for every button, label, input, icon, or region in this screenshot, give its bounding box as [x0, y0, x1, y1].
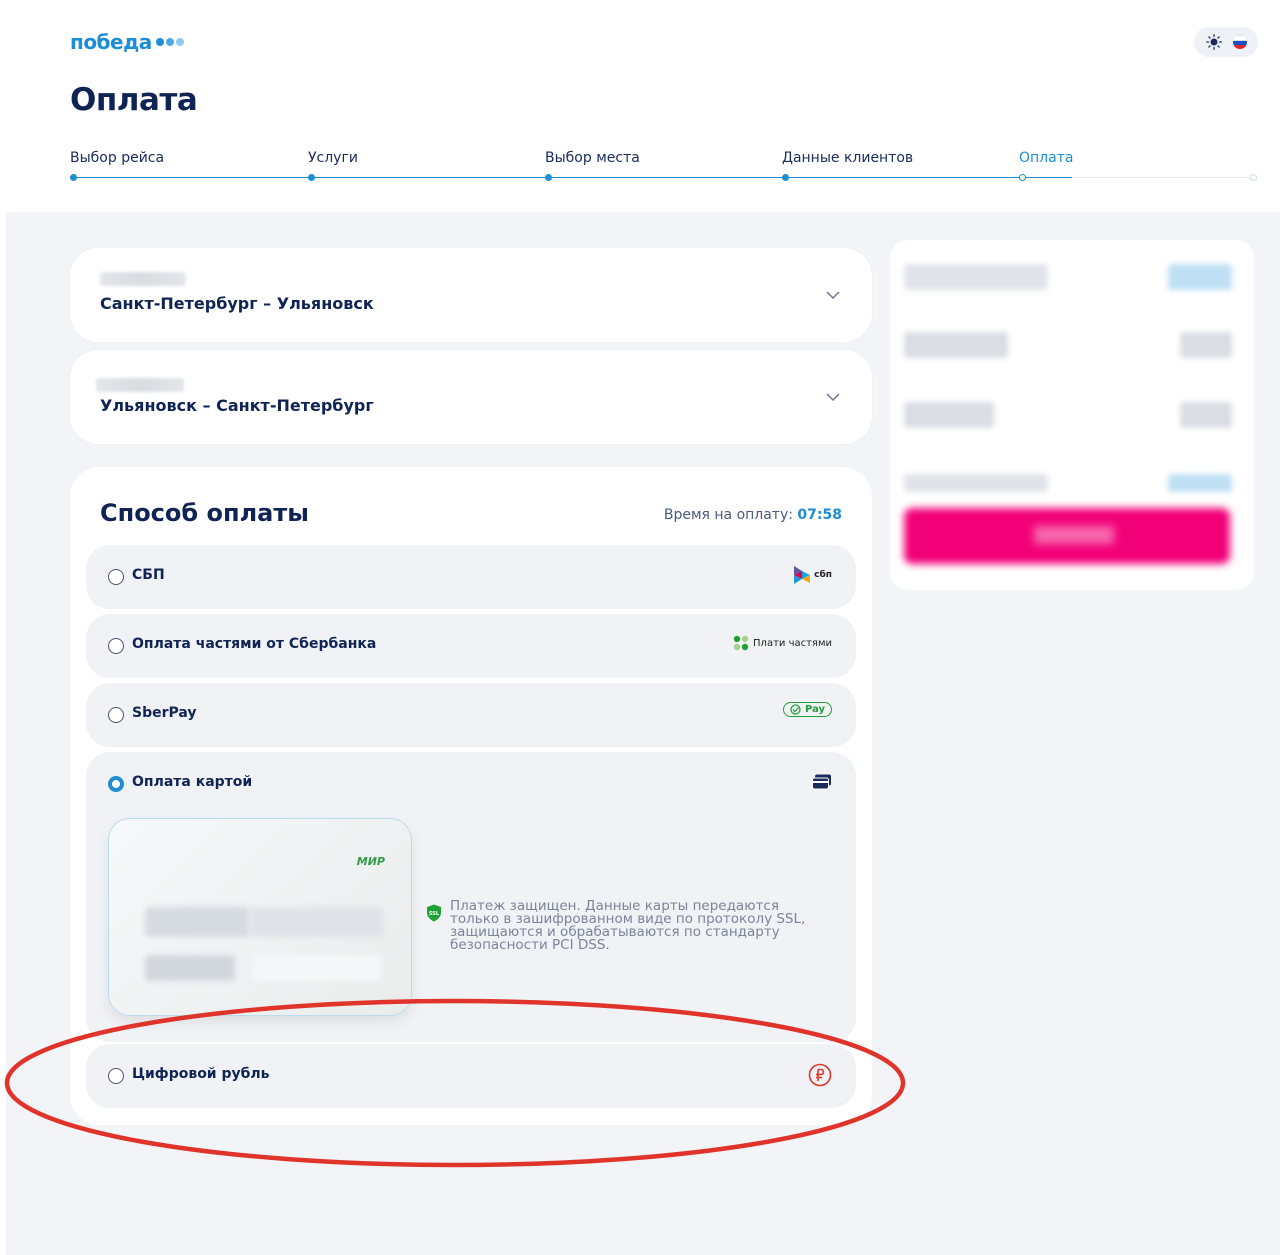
- payment-option-installments[interactable]: Оплата частями от Сбербанка Плати частям…: [86, 614, 856, 678]
- radio-sbp[interactable]: [108, 569, 124, 585]
- card-number-field-2[interactable]: [249, 907, 383, 937]
- header: победа Оплата Выбор рейса Услуги Выбор м…: [0, 0, 1280, 212]
- summary-value: [1180, 402, 1232, 428]
- sun-icon[interactable]: [1205, 34, 1222, 50]
- summary-line: [904, 332, 1008, 358]
- installments-icon: Плати частями: [733, 635, 832, 651]
- step-seat[interactable]: Выбор места: [545, 150, 640, 181]
- payment-option-sberpay[interactable]: SberPay Pay: [86, 683, 856, 747]
- timer-label: Время на оплату:: [663, 507, 793, 523]
- route-title: Санкт-Петербург – Ульяновск: [100, 294, 374, 313]
- svg-text:SSL: SSL: [429, 911, 440, 917]
- step-label: Данные клиентов: [782, 150, 914, 166]
- payment-option-digital-ruble[interactable]: Цифровой рубль: [86, 1044, 856, 1108]
- option-label: Оплата частями от Сбербанка: [132, 636, 377, 652]
- payment-timer: Время на оплату: 07:58: [664, 507, 842, 523]
- sbp-logo-text: сбп: [814, 570, 832, 580]
- digital-ruble-icon: [808, 1063, 832, 1087]
- step-services[interactable]: Услуги: [308, 150, 358, 181]
- timer-value: 07:58: [797, 507, 842, 523]
- radio-installments[interactable]: [108, 638, 124, 654]
- step-flight[interactable]: Выбор рейса: [70, 150, 165, 181]
- security-note: SSL Платеж защищен. Данные карты передаю…: [426, 898, 806, 953]
- order-summary: [890, 240, 1254, 590]
- header-tools: [1194, 27, 1258, 57]
- step-payment: Оплата: [1019, 150, 1074, 181]
- step-dot: [782, 174, 789, 181]
- summary-value: [1180, 332, 1232, 358]
- option-label: SberPay: [132, 705, 197, 721]
- step-dot-current: [1019, 174, 1026, 181]
- step-label: Выбор рейса: [70, 150, 165, 166]
- step-customers[interactable]: Данные клиентов: [782, 150, 914, 181]
- ssl-shield-icon: SSL: [427, 904, 441, 922]
- radio-digital-ruble[interactable]: [108, 1068, 124, 1084]
- option-label: Оплата картой: [132, 774, 253, 790]
- mir-logo-icon: МИР: [356, 855, 385, 868]
- summary-line: [904, 402, 994, 428]
- card-cvc-field[interactable]: [253, 955, 381, 981]
- payment-method-card: Способ оплаты Время на оплату: 07:58 СБП…: [70, 467, 872, 1125]
- step-label: Услуги: [308, 150, 358, 166]
- sberpay-text: Pay: [804, 704, 825, 715]
- step-end-dot: [1250, 174, 1257, 181]
- russian-flag-icon[interactable]: [1232, 35, 1247, 49]
- card-expiry-field[interactable]: [145, 955, 235, 981]
- route-title: Ульяновск – Санкт-Петербург: [100, 396, 374, 415]
- redacted-date: [100, 272, 186, 286]
- option-label: СБП: [132, 567, 165, 583]
- option-label: Цифровой рубль: [132, 1066, 270, 1082]
- logo[interactable]: победа: [70, 30, 184, 54]
- chevron-down-icon[interactable]: [826, 390, 840, 404]
- payment-option-card[interactable]: Оплата картой МИР SSL Платеж защищен. Да…: [86, 752, 856, 1042]
- chevron-down-icon[interactable]: [826, 288, 840, 302]
- step-label: Выбор места: [545, 150, 640, 166]
- bank-card-form[interactable]: МИР: [108, 818, 412, 1016]
- summary-total-value: [1168, 474, 1232, 492]
- step-dot: [308, 174, 315, 181]
- step-dot: [545, 174, 552, 181]
- pay-button[interactable]: [904, 508, 1230, 564]
- summary-value: [1168, 264, 1232, 290]
- pay-button-label: [1034, 526, 1114, 544]
- logo-text: победа: [70, 30, 152, 54]
- security-text: Платеж защищен. Данные карты передаются …: [450, 898, 806, 953]
- radio-sberpay[interactable]: [108, 707, 124, 723]
- card-number-field[interactable]: [145, 907, 249, 937]
- redacted-date: [96, 378, 184, 392]
- step-dot: [70, 174, 77, 181]
- card-icon: [812, 774, 832, 790]
- route-card-return[interactable]: Ульяновск – Санкт-Петербург: [70, 350, 872, 444]
- progress-steps: Выбор рейса Услуги Выбор места Данные кл…: [70, 150, 1260, 190]
- logo-dots: [155, 38, 184, 46]
- summary-line: [904, 264, 1048, 290]
- step-track-active: [74, 177, 1072, 178]
- sbp-logo-icon: сбп: [794, 566, 832, 584]
- summary-total-label: [904, 474, 1048, 492]
- installments-text: Плати частями: [753, 637, 832, 649]
- page-title: Оплата: [70, 82, 198, 118]
- radio-card[interactable]: [108, 776, 124, 792]
- payment-title: Способ оплаты: [100, 499, 309, 527]
- route-card-outbound[interactable]: Санкт-Петербург – Ульяновск: [70, 248, 872, 342]
- sberpay-icon: Pay: [782, 702, 832, 717]
- payment-option-sbp[interactable]: СБП сбп: [86, 545, 856, 609]
- step-label: Оплата: [1019, 150, 1074, 166]
